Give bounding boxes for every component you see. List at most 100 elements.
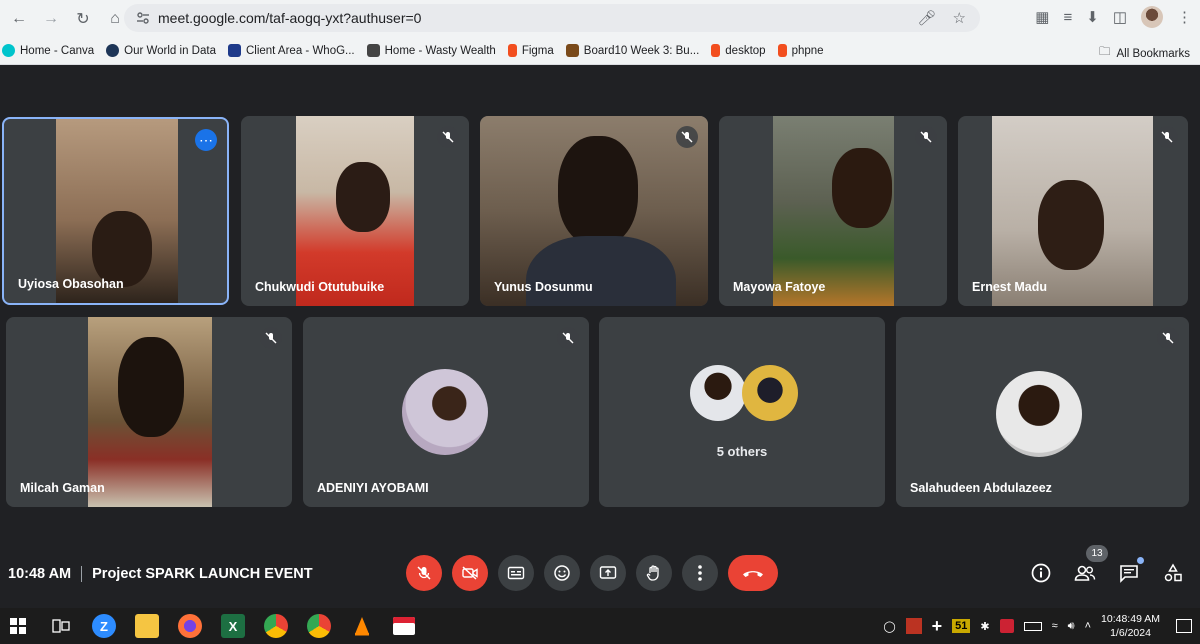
bookmark-label: Client Area - WhoG... [245, 44, 355, 57]
folder-icon: 🗀︎ [1099, 46, 1111, 58]
address-bar[interactable]: meet.google.com/taf-aogq-yxt?authuser=0 … [124, 4, 980, 32]
system-clock[interactable]: 10:48:49 AM 1/6/2024 [1101, 612, 1160, 640]
snipping-tool-icon[interactable] [905, 618, 922, 634]
notifications-icon[interactable] [1176, 619, 1192, 633]
clock-time: 10:48:49 AM [1101, 613, 1160, 625]
add-icon[interactable]: + [932, 616, 943, 637]
chat-button[interactable] [1118, 557, 1144, 584]
bookmark-star-icon[interactable]: ☆ [953, 9, 966, 27]
captions-button[interactable] [498, 555, 534, 591]
people-icon [1074, 565, 1096, 581]
back-icon[interactable]: ← [6, 6, 32, 32]
camera-toggle-button[interactable] [452, 555, 488, 591]
participant-avatar [742, 365, 798, 421]
zoom-app-icon[interactable]: Z [92, 614, 116, 638]
menu-icon[interactable]: ⋮ [1177, 8, 1192, 26]
reactions-button[interactable] [544, 555, 580, 591]
task-view-icon[interactable] [49, 614, 73, 638]
participant-face [832, 148, 892, 228]
download-icon[interactable]: ⬇ [1086, 8, 1099, 26]
reading-list-icon[interactable]: ≡ [1063, 9, 1072, 26]
bookmark-item[interactable]: Board10 Week 3: Bu... [565, 44, 700, 57]
file-explorer-icon[interactable] [135, 614, 159, 638]
forward-icon[interactable]: → [38, 6, 64, 32]
mic-toggle-button[interactable] [406, 555, 442, 591]
headset-icon[interactable]: ◯ [883, 620, 895, 633]
tray-count-badge[interactable]: 51 [952, 619, 971, 633]
participant-tile[interactable]: Yunus Dosunmu [480, 116, 708, 306]
extensions-icon[interactable]: ▦ [1035, 8, 1049, 26]
browser-toolbar: ← → ↻ ⌂ meet.google.com/taf-aogq-yxt?aut… [0, 0, 1200, 37]
side-panel-controls [1030, 557, 1184, 584]
info-icon [1031, 563, 1051, 583]
chat-icon [1120, 565, 1138, 583]
present-button[interactable] [590, 555, 626, 591]
participant-tile[interactable]: Chukwudi Otutubuike [241, 116, 469, 306]
bookmark-item[interactable]: Our World in Data [106, 44, 216, 57]
wifi-icon[interactable]: ≈ [1052, 620, 1058, 632]
participant-count-badge: 13 [1086, 545, 1108, 562]
bookmark-item[interactable]: phpne [777, 44, 824, 57]
more-options-button[interactable] [682, 555, 718, 591]
others-tile[interactable]: 5 others [599, 317, 885, 507]
bookmark-item[interactable]: Home - Canva [2, 44, 94, 57]
battery-icon[interactable] [1023, 621, 1042, 631]
mic-off-icon [260, 327, 282, 349]
participant-tile[interactable]: Mayowa Fatoye [719, 116, 947, 306]
bookmark-item[interactable]: Home - Wasty Wealth [366, 44, 496, 57]
hang-up-icon [743, 571, 763, 577]
windows-taskbar: Z X ◯ + 51 ✱ ≈ 🔊︎ ˄ 10:48:49 AM 1/6/2024 [0, 608, 1200, 644]
participant-face [336, 162, 390, 232]
bookmark-label: Board10 Week 3: Bu... [583, 44, 700, 57]
bookmark-item[interactable]: Client Area - WhoG... [227, 44, 355, 57]
bookmark-label: desktop [725, 44, 766, 57]
divider [81, 566, 83, 582]
activities-icon [1164, 563, 1182, 582]
meeting-title: Project SPARK LAUNCH EVENT [92, 566, 313, 582]
more-options-icon[interactable]: ⋯ [195, 129, 217, 151]
people-button[interactable] [1074, 562, 1096, 584]
system-tray: ◯ + 51 ✱ ≈ 🔊︎ ˄ 10:48:49 AM 1/6/2024 [883, 608, 1192, 644]
chrome-icon[interactable] [264, 614, 288, 638]
security-icon[interactable] [999, 619, 1014, 633]
raise-hand-button[interactable] [636, 555, 672, 591]
participant-name: Yunus Dosunmu [494, 280, 593, 294]
participant-tile[interactable]: ADENIYI AYOBAMI [303, 317, 589, 507]
bookmarks-bar: Home - Canva Our World in Data Client Ar… [0, 37, 1200, 65]
all-bookmarks[interactable]: 🗀︎ All Bookmarks [1099, 44, 1190, 63]
participant-tile[interactable]: Salahudeen Abdulazeez [896, 317, 1189, 507]
participant-tile[interactable]: Ernest Madu [958, 116, 1188, 306]
reload-icon[interactable]: ↻ [70, 6, 96, 32]
mic-off-icon [1157, 327, 1179, 349]
leave-call-button[interactable] [728, 555, 778, 591]
participant-face [118, 337, 184, 437]
bluetooth-icon[interactable]: ✱ [980, 620, 989, 633]
profile-avatar[interactable] [1141, 6, 1163, 28]
meeting-details-button[interactable] [1030, 562, 1052, 584]
bookmark-item[interactable]: Figma [507, 44, 554, 57]
participant-tile[interactable]: ⋯ Uyiosa Obasohan [2, 117, 229, 305]
participant-name: Milcah Gaman [20, 481, 105, 495]
chrome-icon[interactable] [307, 614, 331, 638]
bookmark-label: phpne [791, 44, 824, 57]
speaker-icon[interactable]: 🔊︎ [1068, 620, 1075, 633]
participant-tile[interactable]: Milcah Gaman [6, 317, 292, 507]
bookmark-item[interactable]: desktop [711, 44, 766, 57]
activities-button[interactable] [1162, 562, 1184, 584]
all-bookmarks-label: All Bookmarks [1116, 47, 1191, 60]
side-panel-icon[interactable]: ◫ [1113, 8, 1127, 26]
bookmark-label: Home - Canva [20, 44, 95, 57]
bookmark-label: Figma [521, 44, 554, 57]
firefox-icon[interactable] [178, 614, 202, 638]
participant-face [92, 211, 152, 287]
excel-icon[interactable]: X [221, 614, 245, 638]
windows-start-icon[interactable] [6, 614, 30, 638]
mic-off-icon [557, 327, 579, 349]
voice-search-icon[interactable]: 🎤︎ [918, 9, 937, 27]
app-window-icon[interactable] [393, 617, 415, 635]
mic-off-icon [417, 566, 431, 580]
chevron-up-icon[interactable]: ˄ [1085, 620, 1091, 632]
vlc-icon[interactable] [350, 614, 374, 638]
mic-off-icon [676, 126, 698, 148]
site-settings-icon[interactable] [136, 11, 150, 25]
